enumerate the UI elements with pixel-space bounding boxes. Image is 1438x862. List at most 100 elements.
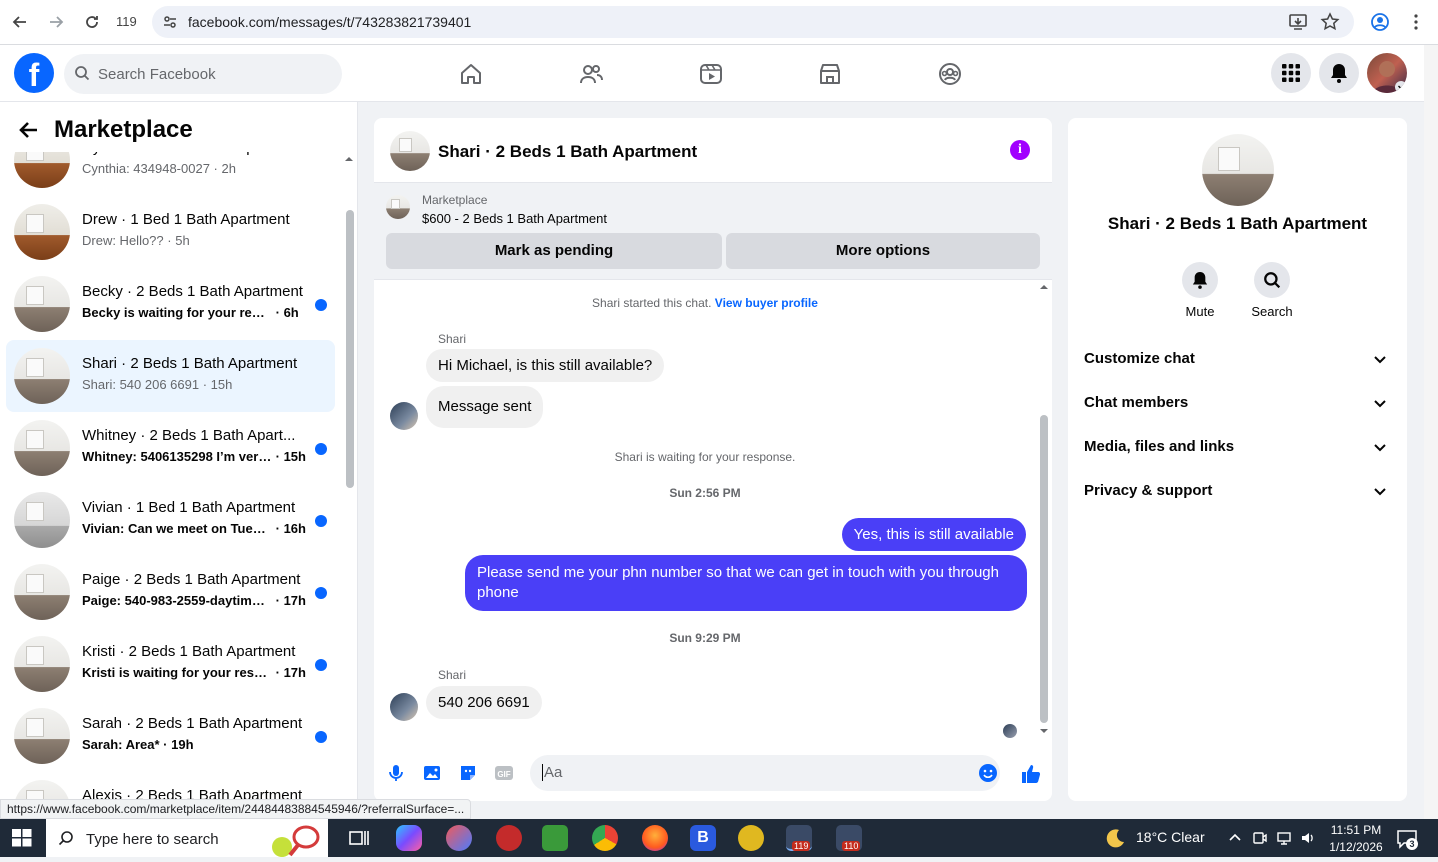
outgoing-message[interactable]: Yes, this is still available xyxy=(841,518,1026,551)
conversation-item[interactable]: Whitney · 2 Beds 1 Bath Apart... Whitney:… xyxy=(6,412,335,484)
url-text[interactable]: facebook.com/messages/t/743283821739401 xyxy=(188,14,471,30)
conversation-item[interactable]: Paige · 2 Beds 1 Bath Apartment Paige: 54… xyxy=(6,556,335,628)
mute-button[interactable]: Mute xyxy=(1170,262,1230,319)
sender-avatar[interactable] xyxy=(390,402,418,430)
install-app-icon[interactable] xyxy=(1288,12,1308,32)
notification-center-icon[interactable]: 3 xyxy=(1396,828,1418,855)
sender-name: Shari xyxy=(438,668,467,682)
groups-icon[interactable] xyxy=(937,61,963,87)
friends-icon[interactable] xyxy=(578,61,604,87)
conversation-item[interactable]: Kristi · 2 Beds 1 Bath Apartment Kristi i… xyxy=(6,628,335,700)
message-thread: Shari started this chat. View buyer prof… xyxy=(374,280,1052,740)
thumbs-up-icon[interactable] xyxy=(1020,763,1041,783)
sticker-icon[interactable] xyxy=(458,763,478,783)
chat-title[interactable]: Shari · 2 Beds 1 Bath Apartment xyxy=(438,142,697,162)
chat-details-panel: Shari · 2 Beds 1 Bath Apartment Mute Sea… xyxy=(1068,118,1407,801)
edge-app-icon[interactable]: 119 xyxy=(786,825,812,851)
home-icon[interactable] xyxy=(458,61,484,87)
conversation-thumbnail xyxy=(14,420,70,476)
incoming-message[interactable]: Hi Michael, is this still available? xyxy=(426,349,665,382)
photo-attach-icon[interactable] xyxy=(422,763,442,783)
conversation-title: Whitney · 2 Beds 1 Bath Apart... xyxy=(82,427,296,444)
network-icon[interactable] xyxy=(1276,830,1292,851)
back-arrow-icon[interactable] xyxy=(18,119,40,141)
profile-icon[interactable] xyxy=(1368,10,1392,34)
windows-start-icon[interactable] xyxy=(12,829,32,847)
video-icon[interactable] xyxy=(698,61,724,87)
listing-mini-thumbnail[interactable] xyxy=(386,195,410,219)
app-icon[interactable] xyxy=(496,825,522,851)
facebook-logo-icon[interactable]: f xyxy=(14,53,54,93)
conversation-preview: Drew: Hello?? · 5h xyxy=(82,233,190,248)
menu-grid-icon[interactable] xyxy=(1271,53,1311,93)
conversation-item[interactable]: Shari · 2 Beds 1 Bath Apartment Shari: 54… xyxy=(6,340,335,412)
search-placeholder: Search Facebook xyxy=(98,66,216,83)
address-bar[interactable]: facebook.com/messages/t/743283821739401 xyxy=(152,6,1354,38)
conversation-item[interactable]: Vivian · 1 Bed 1 Bath Apartment Vivian: C… xyxy=(6,484,335,556)
mark-as-pending-button[interactable]: Mark as pending xyxy=(386,233,722,269)
task-view-icon[interactable] xyxy=(346,825,372,851)
edge-app-icon[interactable]: 110 xyxy=(836,825,862,851)
conversation-preview: Cynthia: 434948-0027 · 2h xyxy=(82,161,236,176)
unread-dot xyxy=(315,299,327,311)
emoji-icon[interactable] xyxy=(978,763,998,788)
listing-profile-thumbnail[interactable] xyxy=(1202,134,1274,206)
row-label: Media, files and links xyxy=(1084,438,1235,455)
outgoing-message[interactable]: Please send me your phn number so that w… xyxy=(465,555,1027,611)
forward-arrow-icon[interactable] xyxy=(44,10,68,34)
back-arrow-icon[interactable] xyxy=(8,10,32,34)
list-scrollbar-thumb[interactable] xyxy=(346,210,354,488)
notifications-bell-icon[interactable] xyxy=(1319,53,1359,93)
incoming-message[interactable]: Message sent xyxy=(426,386,544,428)
chat-members-row[interactable]: Chat members xyxy=(1084,381,1391,425)
bookmark-star-icon[interactable] xyxy=(1320,12,1340,32)
listing-thumbnail[interactable] xyxy=(390,131,430,171)
volume-icon[interactable] xyxy=(1300,830,1316,851)
conversation-item[interactable]: Sarah · 2 Beds 1 Bath Apartment Sarah: Ar… xyxy=(6,700,335,772)
account-avatar[interactable] xyxy=(1367,53,1407,93)
view-buyer-profile-link[interactable]: View buyer profile xyxy=(715,296,818,310)
bitwarden-app-icon[interactable]: B xyxy=(690,825,716,851)
copilot-app-icon[interactable] xyxy=(396,825,422,851)
chrome-app-icon[interactable] xyxy=(592,825,618,851)
more-options-button[interactable]: More options xyxy=(726,233,1040,269)
chevron-up-icon[interactable] xyxy=(1228,831,1242,848)
app-icon[interactable] xyxy=(446,825,472,851)
site-settings-icon[interactable] xyxy=(162,14,178,30)
gif-icon[interactable]: GIF xyxy=(494,763,514,783)
search-in-chat-button[interactable]: Search xyxy=(1242,262,1302,319)
facebook-search-input[interactable]: Search Facebook xyxy=(64,54,342,94)
reload-icon[interactable] xyxy=(80,10,104,34)
microphone-icon[interactable] xyxy=(386,763,406,783)
thread-scrollbar-thumb[interactable] xyxy=(1040,415,1048,723)
search-icon[interactable] xyxy=(1254,262,1290,298)
customize-chat-row[interactable]: Customize chat xyxy=(1084,337,1391,381)
info-icon[interactable]: i xyxy=(1010,140,1030,160)
media-files-links-row[interactable]: Media, files and links xyxy=(1084,425,1391,469)
moon-weather-icon[interactable] xyxy=(1104,827,1126,854)
conversation-item[interactable]: Drew · 1 Bed 1 Bath Apartment Drew: Hello… xyxy=(6,196,335,268)
weather-text[interactable]: 18°C Clear xyxy=(1136,829,1205,845)
tab-count[interactable]: 119 xyxy=(116,14,137,29)
taskbar-clock[interactable]: 11:51 PM 1/12/2026 xyxy=(1326,822,1386,856)
incoming-message[interactable]: 540 206 6691 xyxy=(426,686,542,719)
meet-now-icon[interactable] xyxy=(1252,830,1268,851)
waiting-notice: Shari is waiting for your response. xyxy=(614,450,796,464)
taskbar-search-input[interactable]: Type here to search xyxy=(46,819,328,857)
bell-icon[interactable] xyxy=(1182,262,1218,298)
listing-price[interactable]: $600 - 2 Beds 1 Bath Apartment xyxy=(422,211,607,226)
privacy-support-row[interactable]: Privacy & support xyxy=(1084,469,1391,513)
page-scrollbar[interactable] xyxy=(1424,45,1438,819)
sender-avatar[interactable] xyxy=(390,693,418,721)
marketplace-icon[interactable] xyxy=(817,61,843,87)
conversation-item[interactable]: Becky · 2 Beds 1 Bath Apartment Becky is … xyxy=(6,268,335,340)
notepad-app-icon[interactable] xyxy=(542,825,568,851)
message-input[interactable]: Aa xyxy=(530,755,1000,791)
firefox-app-icon[interactable] xyxy=(642,825,668,851)
row-label: Privacy & support xyxy=(1084,482,1213,499)
browser-menu-icon[interactable] xyxy=(1404,10,1428,34)
app-icon[interactable] xyxy=(738,825,764,851)
conversation-title: Shari · 2 Beds 1 Bath Apartment xyxy=(82,355,298,372)
row-label: Chat members xyxy=(1084,394,1189,411)
message-placeholder: Aa xyxy=(542,764,563,781)
